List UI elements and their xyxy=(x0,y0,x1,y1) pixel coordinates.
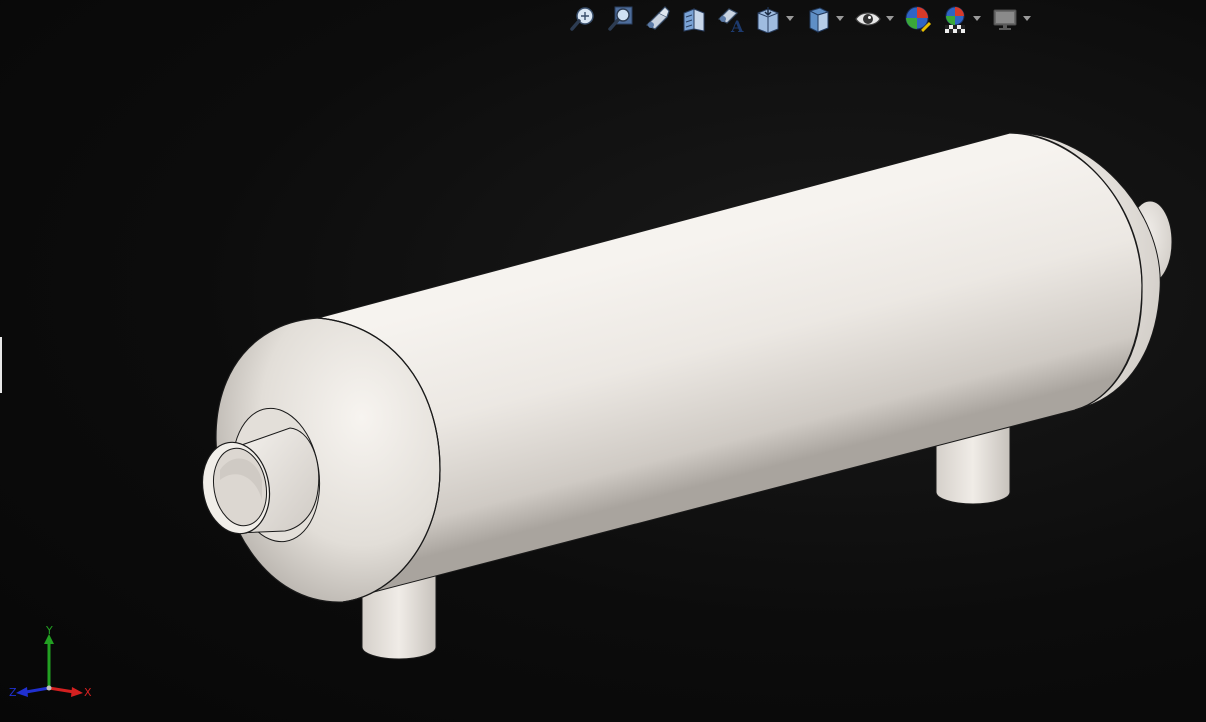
pressure-vessel-model[interactable] xyxy=(0,0,1206,722)
zoom-to-area-icon[interactable] xyxy=(605,4,635,34)
heads-up-view-toolbar: A xyxy=(568,3,1040,35)
section-view-icon[interactable] xyxy=(679,4,709,34)
triad-z-axis xyxy=(25,686,50,694)
apply-scene-dropdown-icon[interactable] xyxy=(971,4,983,34)
hide-show-items-icon[interactable] xyxy=(853,4,883,34)
view-settings-icon[interactable] xyxy=(990,4,1020,34)
dynamic-annotation-views-icon[interactable]: A xyxy=(716,4,746,34)
apply-scene-icon[interactable] xyxy=(940,4,970,34)
display-style-icon[interactable] xyxy=(803,4,833,34)
triad-x-axis xyxy=(48,686,75,694)
reference-triad: Y X Z xyxy=(8,624,98,704)
triad-z-label: Z xyxy=(9,686,17,699)
graphics-viewport[interactable]: A Y X Z xyxy=(0,0,1206,722)
hide-show-items-dropdown-icon[interactable] xyxy=(884,4,896,34)
viewport-edge-marker xyxy=(0,337,2,393)
view-settings-dropdown-icon[interactable] xyxy=(1021,4,1033,34)
vessel-shell[interactable] xyxy=(317,132,1143,601)
edit-appearance-icon[interactable] xyxy=(903,4,933,34)
view-orientation-dropdown-icon[interactable] xyxy=(784,4,796,34)
svg-text:A: A xyxy=(730,17,744,33)
triad-y-label: Y xyxy=(46,624,53,637)
zoom-to-fit-icon[interactable] xyxy=(568,4,598,34)
left-nozzle[interactable] xyxy=(196,427,320,539)
triad-x-label: X xyxy=(84,686,92,699)
previous-view-icon[interactable] xyxy=(642,4,672,34)
display-style-dropdown-icon[interactable] xyxy=(834,4,846,34)
view-orientation-icon[interactable] xyxy=(753,4,783,34)
